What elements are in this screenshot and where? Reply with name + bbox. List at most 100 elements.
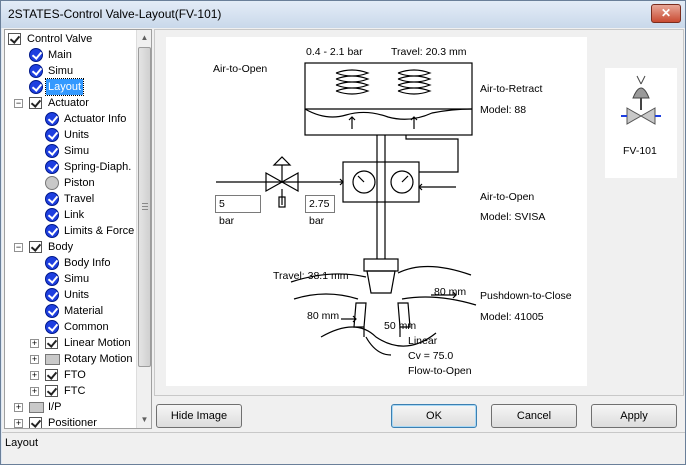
collapse-icon[interactable]: − (14, 243, 23, 252)
cancel-button[interactable]: Cancel (491, 404, 577, 428)
valid-check-icon (45, 160, 59, 174)
scroll-up-arrow-icon[interactable]: ▲ (137, 30, 151, 46)
tree-item[interactable]: Control Valve (5, 31, 137, 47)
tree-item[interactable]: Simu (5, 143, 137, 159)
tree-item-label: Body (48, 241, 74, 253)
tree-item-label: Units (64, 129, 90, 141)
supply-unit-label: bar (219, 215, 235, 227)
valid-check-icon (45, 128, 59, 142)
tree-item-label: Material (64, 305, 104, 317)
valid-check-icon (45, 224, 59, 238)
valid-check-icon (29, 80, 43, 94)
folder-icon (29, 402, 44, 413)
tree-item[interactable]: Simu (5, 63, 137, 79)
expand-icon[interactable]: + (30, 339, 39, 348)
title-bar[interactable]: 2STATES-Control Valve-Layout(FV-101) ✕ (1, 1, 685, 28)
tree-item-label: Simu (64, 273, 90, 285)
pressure-range-label: 0.4 - 2.1 bar (306, 46, 363, 58)
checked-checkbox-icon[interactable] (8, 33, 21, 45)
tree-item[interactable]: Layout (5, 78, 137, 96)
tree-item-label: I/P (48, 401, 62, 413)
tree-item-label: Control Valve (27, 33, 93, 45)
ok-button[interactable]: OK (391, 404, 477, 428)
tree-item[interactable]: + Rotary Motion (5, 351, 137, 367)
checked-checkbox-icon[interactable] (45, 369, 58, 381)
tree-item-label: Travel (64, 193, 95, 205)
tree-item[interactable]: Travel (5, 191, 137, 207)
tree-item[interactable]: + I/P (5, 399, 137, 415)
close-button[interactable]: ✕ (651, 4, 681, 23)
scroll-down-arrow-icon[interactable]: ▼ (137, 412, 151, 428)
tree-item[interactable]: Simu (5, 271, 137, 287)
air-to-open-top-label: Air-to-Open (213, 63, 268, 75)
tree-item-label: Limits & Force (64, 225, 135, 237)
tree-item[interactable]: Limits & Force (5, 223, 137, 239)
actuator-model-label: Model: 88 (480, 104, 527, 116)
expand-icon[interactable]: + (14, 419, 23, 428)
tree-item[interactable]: Units (5, 287, 137, 303)
tree-item-label: Spring-Diaph. (64, 161, 132, 173)
tree-item[interactable]: + FTO (5, 367, 137, 383)
output-pressure-field[interactable]: 2.75 (305, 195, 335, 213)
status-text: Layout (5, 437, 39, 449)
output-unit-label: bar (309, 215, 325, 227)
scroll-thumb[interactable] (138, 47, 151, 367)
tree-item[interactable]: − Actuator (5, 95, 137, 111)
actuator-travel-label: Travel: 20.3 mm (391, 46, 467, 58)
status-bar: Layout (2, 432, 685, 463)
grip-icon (142, 203, 148, 210)
expand-icon[interactable]: + (14, 403, 23, 412)
apply-button[interactable]: Apply (591, 404, 677, 428)
checked-checkbox-icon[interactable] (29, 241, 42, 253)
body-model-label: Model: 41005 (480, 311, 544, 323)
positioner-action-label: Air-to-Open (480, 191, 535, 203)
tree-item[interactable]: Material (5, 303, 137, 319)
tree-item[interactable]: + FTC (5, 383, 137, 399)
checked-checkbox-icon[interactable] (29, 97, 42, 109)
tree-item[interactable]: + Linear Motion (5, 335, 137, 351)
tree-scrollbar[interactable]: ▲ ▼ (136, 30, 151, 428)
valve-tag-label: FV-101 (623, 145, 657, 157)
tree-item-label: Rotary Motion (64, 353, 133, 365)
expand-icon[interactable]: + (30, 387, 39, 396)
tree-item[interactable]: Piston (5, 175, 137, 191)
tree-item[interactable]: Actuator Info (5, 111, 137, 127)
tree-item[interactable]: Main (5, 47, 137, 63)
tree-item[interactable]: + Positioner (5, 415, 137, 429)
valid-check-icon (45, 144, 59, 158)
tree-item[interactable]: Link (5, 207, 137, 223)
valve-symbol-icon (621, 75, 661, 125)
characteristic-label: Linear (408, 335, 438, 347)
tree-item-label: Positioner (48, 417, 97, 429)
tree-item[interactable]: − Body (5, 239, 137, 255)
flow-direction-label: Flow-to-Open (408, 365, 472, 377)
tree-item-label: Simu (48, 65, 74, 77)
valid-check-icon (45, 112, 59, 126)
tree-item-label: Simu (64, 145, 90, 157)
tree-item-label: FTO (64, 369, 86, 381)
tree-item-label: Actuator Info (64, 113, 127, 125)
window-title: 2STATES-Control Valve-Layout(FV-101) (8, 7, 222, 21)
dimension-50mm: 50 mm (384, 320, 417, 332)
hide-image-button[interactable]: Hide Image (156, 404, 242, 428)
valid-check-icon (29, 48, 43, 62)
checked-checkbox-icon[interactable] (29, 417, 42, 428)
tree-item-label: Actuator (48, 97, 89, 109)
checked-checkbox-icon[interactable] (45, 337, 58, 349)
collapse-icon[interactable]: − (14, 99, 23, 108)
tree-item-label: Piston (64, 177, 95, 189)
tree-item-label: FTC (64, 385, 86, 397)
checked-checkbox-icon[interactable] (45, 385, 58, 397)
tree-item[interactable]: Units (5, 127, 137, 143)
tree-item-label: Common (64, 321, 109, 333)
expand-icon[interactable]: + (30, 355, 39, 364)
tree-item[interactable]: Common (5, 319, 137, 335)
valid-check-icon (29, 64, 43, 78)
folder-icon (45, 354, 60, 365)
inactive-circle-icon (45, 176, 59, 190)
supply-pressure-field[interactable]: 5 (215, 195, 261, 213)
expand-icon[interactable]: + (30, 371, 39, 380)
tree-item[interactable]: Body Info (5, 255, 137, 271)
client-area: ▲ ▼ Control Valve Main Simu Layout − Actuator… (2, 28, 685, 464)
tree-item[interactable]: Spring-Diaph. (5, 159, 137, 175)
